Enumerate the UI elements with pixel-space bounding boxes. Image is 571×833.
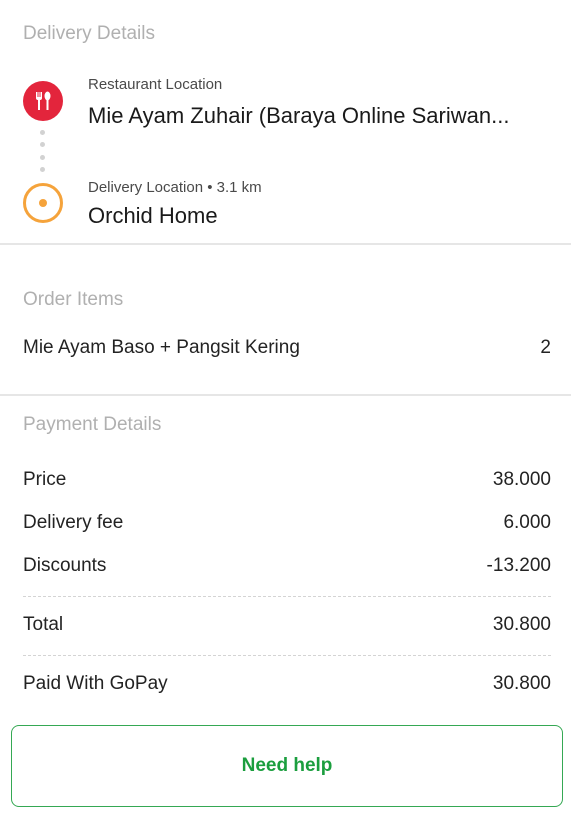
section-divider <box>0 243 571 245</box>
order-item-qty: 2 <box>540 337 551 358</box>
price-value: 38.000 <box>492 469 551 490</box>
delivery-location-name: Orchid Home <box>88 203 218 228</box>
delivery-location-label: Delivery Location • 3.1 km <box>88 179 262 196</box>
need-help-button[interactable]: Need help <box>11 725 563 807</box>
dashed-divider <box>23 655 551 656</box>
section-divider <box>0 394 571 396</box>
payment-details-title: Payment Details <box>23 414 162 435</box>
restaurant-location-label: Restaurant Location <box>88 76 223 93</box>
price-label: Price <box>23 469 67 490</box>
discounts-value: -13.200 <box>486 555 551 576</box>
discounts-label: Discounts <box>23 555 107 576</box>
delivery-details-title: Delivery Details <box>23 23 155 44</box>
payment-row-total: Total 30.800 <box>23 614 551 636</box>
payment-row-discounts: Discounts -13.200 <box>23 555 551 577</box>
fork-knife-icon <box>23 81 63 121</box>
order-item-row: Mie Ayam Baso + Pangsit Kering 2 <box>23 337 551 359</box>
dashed-divider <box>23 596 551 597</box>
payment-row-delivery-fee: Delivery fee 6.000 <box>23 512 551 534</box>
payment-row-paid-with: Paid With GoPay 30.800 <box>23 673 551 695</box>
paid-with-value: 30.800 <box>492 673 551 694</box>
delivery-fee-label: Delivery fee <box>23 512 124 533</box>
order-items-title: Order Items <box>23 289 124 310</box>
total-label: Total <box>23 614 64 635</box>
route-dots <box>39 130 45 172</box>
paid-with-label: Paid With GoPay <box>23 673 168 694</box>
restaurant-name: Mie Ayam Zuhair (Baraya Online Sariwan..… <box>88 103 510 128</box>
total-value: 30.800 <box>492 614 551 635</box>
payment-row-price: Price 38.000 <box>23 469 551 491</box>
delivery-fee-value: 6.000 <box>503 512 551 533</box>
location-pin-icon <box>23 183 63 223</box>
order-item-name: Mie Ayam Baso + Pangsit Kering <box>23 337 300 358</box>
